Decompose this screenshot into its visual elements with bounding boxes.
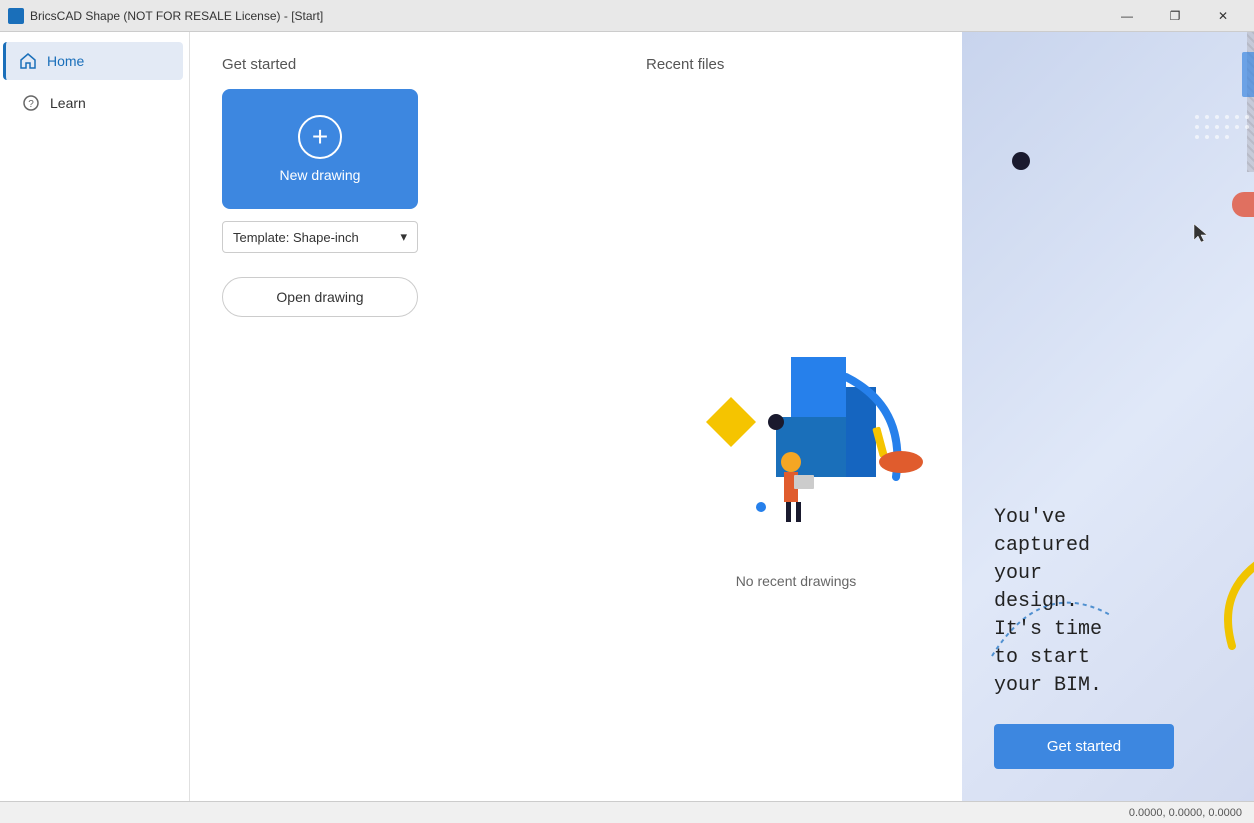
promo-content: You'vecapturedyourdesign.It's timeto sta… bbox=[994, 504, 1254, 769]
open-drawing-label: Open drawing bbox=[276, 289, 363, 305]
window-title: BricsCAD Shape (NOT FOR RESALE License) … bbox=[30, 9, 323, 23]
title-bar: BricsCAD Shape (NOT FOR RESALE License) … bbox=[0, 0, 1254, 32]
promo-get-started-button[interactable]: Get started bbox=[994, 724, 1174, 769]
sidebar-home-label: Home bbox=[47, 53, 84, 69]
home-icon bbox=[19, 52, 37, 70]
window-controls: — ❐ ✕ bbox=[1104, 0, 1246, 32]
app-icon bbox=[8, 8, 24, 24]
status-bar: 0.0000, 0.0000, 0.0000 bbox=[0, 801, 1254, 823]
open-drawing-button[interactable]: Open drawing bbox=[222, 277, 418, 317]
maximize-button[interactable]: ❐ bbox=[1152, 0, 1198, 32]
sidebar-item-home[interactable]: Home bbox=[3, 42, 183, 80]
svg-text:?: ? bbox=[28, 99, 34, 110]
close-button[interactable]: ✕ bbox=[1200, 0, 1246, 32]
content-area: Get started + New drawing Template: Shap… bbox=[190, 32, 1254, 801]
illustration-svg bbox=[646, 277, 946, 557]
promo-panel: You'vecapturedyourdesign.It's timeto sta… bbox=[962, 32, 1254, 801]
new-drawing-label: New drawing bbox=[280, 167, 361, 183]
sidebar-learn-label: Learn bbox=[50, 95, 86, 111]
no-recent-text: No recent drawings bbox=[736, 573, 857, 589]
left-panel: Get started + New drawing Template: Shap… bbox=[190, 32, 630, 801]
coordinates-display: 0.0000, 0.0000, 0.0000 bbox=[1129, 807, 1242, 819]
minimize-button[interactable]: — bbox=[1104, 0, 1150, 32]
title-bar-left: BricsCAD Shape (NOT FOR RESALE License) … bbox=[8, 8, 323, 24]
main-area: Home ? Learn Get started + New drawing T… bbox=[0, 32, 1254, 801]
template-label: Template: Shape-inch bbox=[233, 230, 359, 245]
recent-files-title: Recent files bbox=[646, 56, 724, 73]
plus-icon: + bbox=[298, 115, 342, 159]
promo-text: You'vecapturedyourdesign.It's timeto sta… bbox=[994, 504, 1254, 700]
recent-files-illustration: No recent drawings bbox=[646, 89, 946, 777]
sidebar: Home ? Learn bbox=[0, 32, 190, 801]
sidebar-item-learn[interactable]: ? Learn bbox=[6, 84, 183, 122]
get-started-title: Get started bbox=[222, 56, 598, 73]
help-icon: ? bbox=[22, 94, 40, 112]
new-drawing-button[interactable]: + New drawing bbox=[222, 89, 418, 209]
chevron-down-icon: ▾ bbox=[400, 229, 407, 245]
template-selector[interactable]: Template: Shape-inch ▾ bbox=[222, 221, 418, 253]
center-panel: Recent files bbox=[630, 32, 962, 801]
